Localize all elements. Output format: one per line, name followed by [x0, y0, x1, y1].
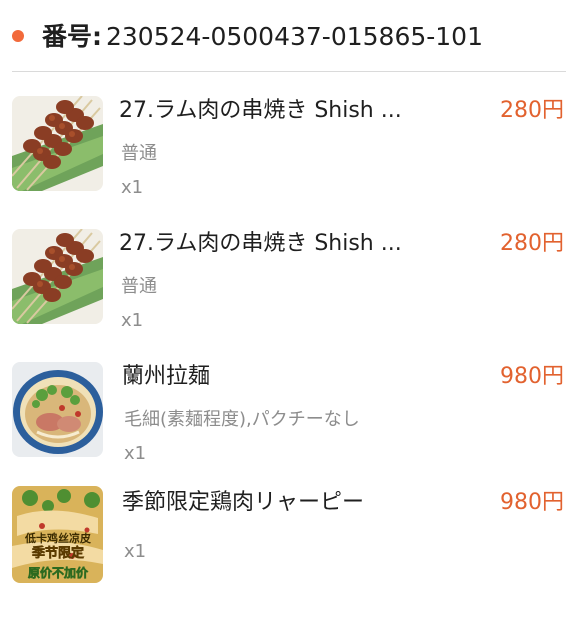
- image-text-line-1: 低卡鸡丝凉皮: [24, 531, 91, 545]
- order-detail-page: 番号: 230524-0500437-015865-101 27.ラム肉の串焼き…: [0, 0, 572, 640]
- item-price: 280円: [500, 98, 564, 123]
- item-thumbnail: [12, 229, 103, 324]
- item-thumbnail: [12, 96, 103, 191]
- item-name: 27.ラム肉の串焼き Shish ...: [119, 231, 402, 256]
- item-price: 980円: [500, 490, 564, 515]
- item-price: 980円: [500, 364, 564, 389]
- order-item[interactable]: 27.ラム肉の串焼き Shish ... 280円 普通 x1: [0, 96, 572, 206]
- status-dot: [12, 30, 24, 42]
- header-divider: [12, 71, 566, 72]
- order-number: 230524-0500437-015865-101: [106, 22, 483, 51]
- chicken-liangpi-image: 低卡鸡丝凉皮 季节限定 原价不加价: [12, 486, 103, 583]
- item-thumbnail: 低卡鸡丝凉皮 季节限定 原价不加价: [12, 486, 103, 583]
- item-quantity: x1: [124, 443, 147, 464]
- item-option: 普通: [121, 276, 157, 297]
- order-header: 番号: 230524-0500437-015865-101: [0, 0, 572, 72]
- order-number-label: 番号:: [42, 22, 102, 51]
- item-option: 普通: [121, 143, 157, 164]
- order-item[interactable]: 蘭州拉麺 980円 毛細(素麺程度),パクチーなし x1: [0, 362, 572, 472]
- image-text-line-3: 原价不加价: [28, 565, 89, 580]
- item-name: 季節限定鶏肉リャーピー: [122, 490, 365, 515]
- item-name: 蘭州拉麺: [122, 364, 211, 389]
- item-quantity: x1: [121, 310, 144, 331]
- item-quantity: x1: [124, 541, 147, 562]
- item-option: 毛細(素麺程度),パクチーなし: [124, 409, 360, 430]
- order-item[interactable]: 低卡鸡丝凉皮 季节限定 原价不加价 季節限定鶏肉リャーピー 980円 x1: [0, 486, 572, 586]
- image-text-line-2: 季节限定: [31, 545, 84, 561]
- item-quantity: x1: [121, 177, 144, 198]
- lanzhou-noodle-image: [12, 362, 103, 457]
- item-name: 27.ラム肉の串焼き Shish ...: [119, 98, 402, 123]
- item-thumbnail: [12, 362, 103, 457]
- order-item[interactable]: 27.ラム肉の串焼き Shish ... 280円 普通 x1: [0, 229, 572, 339]
- lamb-skewers-image: [12, 96, 103, 191]
- lamb-skewers-image: [12, 229, 103, 324]
- item-price: 280円: [500, 231, 564, 256]
